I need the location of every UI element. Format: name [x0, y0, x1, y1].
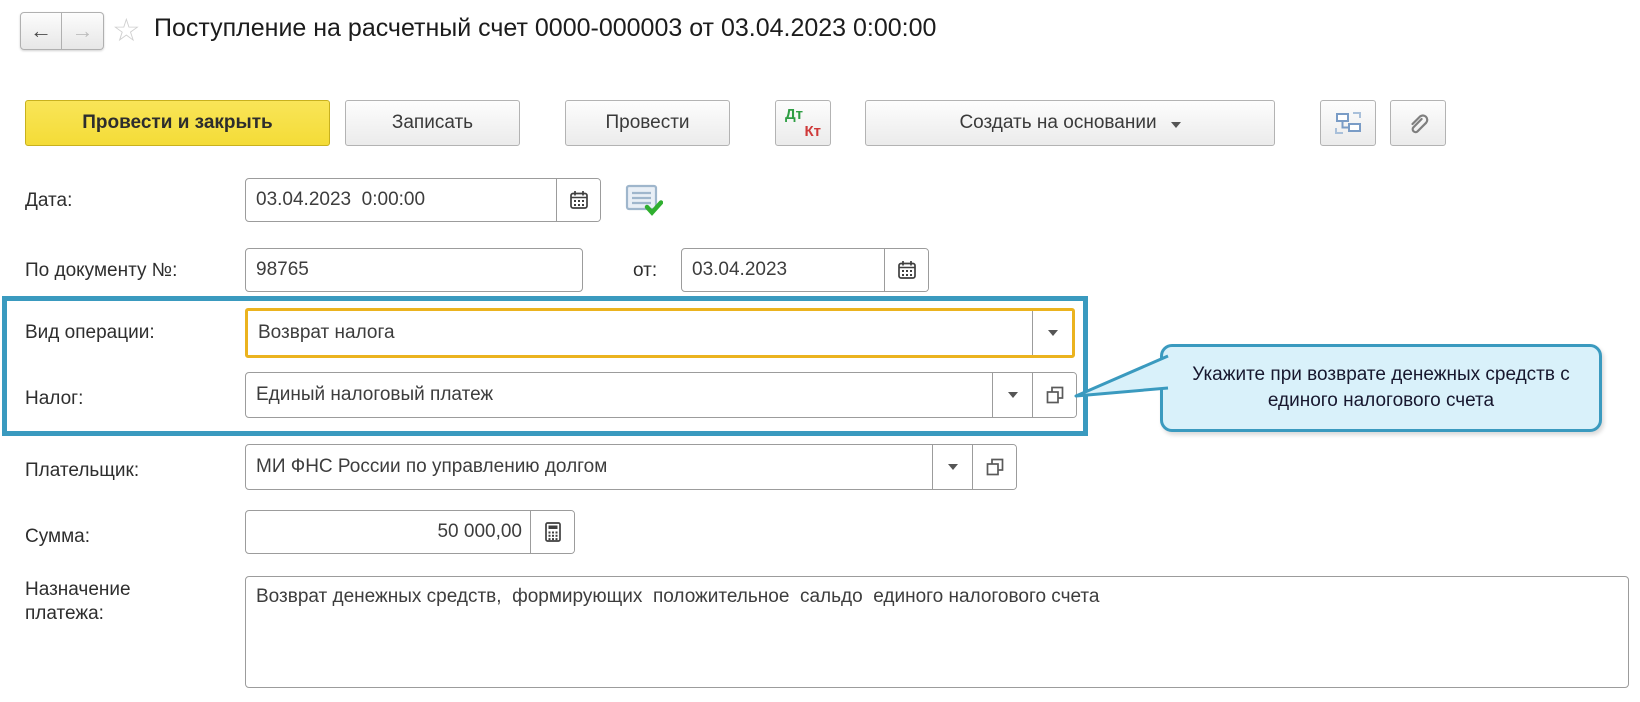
- doc-date-label: от:: [633, 260, 657, 282]
- doc-number-label: По документу №:: [25, 260, 177, 282]
- tax-open-button[interactable]: [1032, 373, 1076, 417]
- paperclip-icon: [1405, 110, 1431, 136]
- callout-text: Укажите при возврате денежных средств с …: [1177, 362, 1585, 414]
- tax-dropdown-button[interactable]: [992, 373, 1032, 417]
- favorite-star-icon[interactable]: ☆: [112, 14, 141, 46]
- amount-calculator-button[interactable]: [530, 511, 574, 553]
- document-structure-icon: [1333, 110, 1363, 136]
- payer-label: Плательщик:: [25, 460, 139, 482]
- doc-number-input[interactable]: [246, 249, 582, 291]
- operation-kind-label: Вид операции:: [25, 322, 155, 344]
- create-based-on-button[interactable]: Создать на основании: [865, 100, 1275, 146]
- payer-input[interactable]: [246, 445, 932, 489]
- payer-dropdown-button[interactable]: [932, 445, 972, 489]
- date-label: Дата:: [25, 190, 72, 212]
- date-calendar-button[interactable]: [556, 179, 600, 221]
- related-documents-button[interactable]: [1320, 100, 1376, 146]
- payer-field: [245, 444, 1017, 490]
- payment-purpose-label: Назначение платежа:: [25, 578, 165, 626]
- post-button[interactable]: Провести: [565, 100, 730, 146]
- page-title: Поступление на расчетный счет 0000-00000…: [154, 14, 936, 43]
- doc-date-field: [681, 248, 929, 292]
- calendar-icon: [896, 259, 918, 281]
- date-field: [245, 178, 601, 222]
- dt-label: Дт: [785, 106, 803, 123]
- amount-field: [245, 510, 575, 554]
- forward-button[interactable]: →: [62, 12, 104, 50]
- open-link-icon: [985, 457, 1005, 477]
- tax-input[interactable]: [246, 373, 992, 417]
- chevron-down-icon: [1171, 122, 1181, 128]
- chevron-down-icon: [948, 464, 958, 470]
- document-posted-status-icon: [625, 184, 663, 216]
- callout-tail: [1072, 348, 1172, 404]
- back-button[interactable]: ←: [20, 12, 62, 50]
- date-input[interactable]: [246, 179, 556, 221]
- create-based-on-label: Создать на основании: [959, 112, 1156, 134]
- operation-kind-combo: [245, 308, 1075, 358]
- operation-kind-input[interactable]: [248, 311, 1032, 355]
- payer-open-button[interactable]: [972, 445, 1016, 489]
- operation-kind-dropdown-button[interactable]: [1032, 311, 1072, 355]
- save-button[interactable]: Записать: [345, 100, 520, 146]
- chevron-down-icon: [1008, 392, 1018, 398]
- callout-bubble: Укажите при возврате денежных средств с …: [1160, 344, 1602, 432]
- kt-label: Кт: [804, 123, 821, 140]
- calendar-icon: [568, 189, 590, 211]
- forward-arrow-icon: →: [72, 18, 94, 44]
- doc-date-calendar-button[interactable]: [884, 249, 928, 291]
- payment-purpose-textarea[interactable]: Возврат денежных средств, формирующих по…: [245, 576, 1629, 688]
- calculator-icon: [543, 521, 563, 543]
- back-arrow-icon: ←: [30, 18, 52, 44]
- post-and-close-button[interactable]: Провести и закрыть: [25, 100, 330, 146]
- attachments-button[interactable]: [1390, 100, 1446, 146]
- doc-date-input[interactable]: [682, 249, 884, 291]
- tax-field: [245, 372, 1077, 418]
- nav-history-group: ← →: [20, 12, 104, 50]
- open-link-icon: [1045, 385, 1065, 405]
- doc-number-field: [245, 248, 583, 292]
- amount-label: Сумма:: [25, 526, 90, 548]
- dt-kt-postings-button[interactable]: Дт Кт: [775, 100, 831, 146]
- tax-label: Налог:: [25, 388, 83, 410]
- chevron-down-icon: [1048, 330, 1058, 336]
- amount-input[interactable]: [246, 511, 530, 553]
